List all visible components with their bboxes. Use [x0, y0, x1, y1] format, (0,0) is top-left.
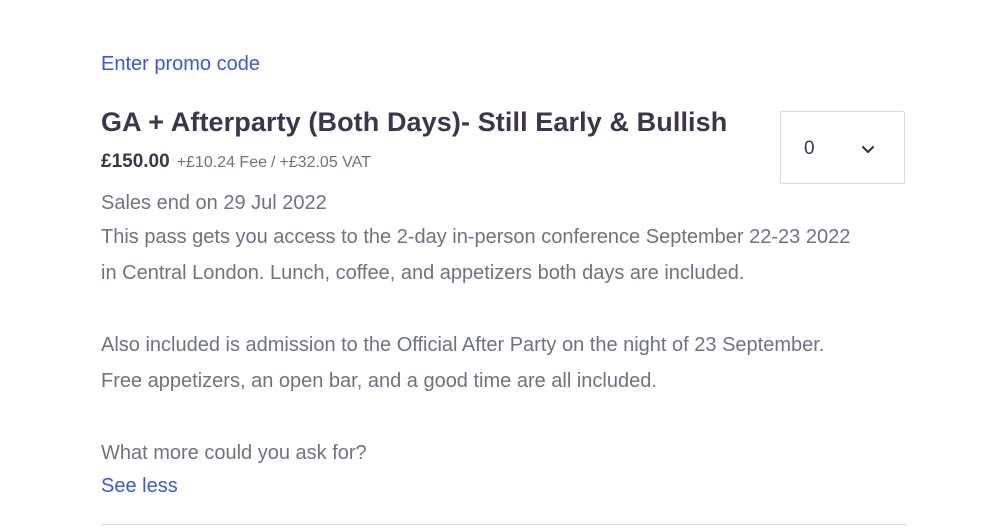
- description-line: Also included is admission to the Offici…: [101, 334, 825, 356]
- fee-amount: +£10.24 Fee: [176, 154, 267, 171]
- ticket-page: Enter promo code GA + Afterparty (Both D…: [0, 0, 1006, 529]
- see-less-link[interactable]: See less: [101, 473, 178, 499]
- chevron-down-icon: [861, 145, 875, 154]
- quantity-value: 0: [804, 138, 815, 159]
- divider: [101, 524, 907, 525]
- vat-amount: +£32.05 VAT: [279, 154, 371, 171]
- ticket-description: This pass gets you access to the 2-day i…: [101, 219, 911, 471]
- fee-separator: /: [270, 154, 276, 171]
- enter-promo-code-link[interactable]: Enter promo code: [101, 52, 260, 76]
- description-line: What more could you ask for?: [101, 442, 367, 464]
- description-line: This pass gets you access to the 2-day i…: [101, 226, 851, 248]
- price-row: £150.00 +£10.24 Fee / +£32.05 VAT: [101, 150, 371, 175]
- ticket-price: £150.00: [101, 151, 170, 172]
- description-line: Free appetizers, an open bar, and a good…: [101, 370, 657, 392]
- quantity-select[interactable]: 0: [780, 111, 905, 184]
- description-line: in Central London. Lunch, coffee, and ap…: [101, 262, 745, 284]
- sales-end-date: Sales end on 29 Jul 2022: [101, 192, 327, 214]
- ticket-title: GA + Afterparty (Both Days)- Still Early…: [101, 107, 728, 137]
- fees-text: +£10.24 Fee / +£32.05 VAT: [177, 151, 371, 175]
